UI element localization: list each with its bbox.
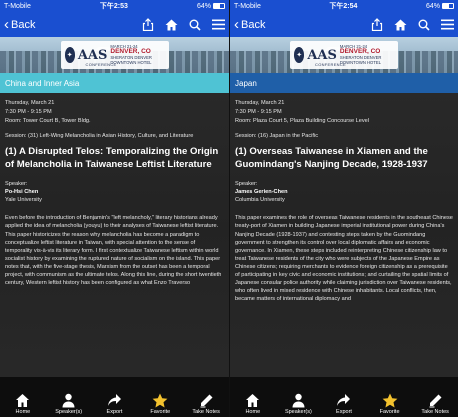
tab-export[interactable]: Export (324, 393, 364, 415)
back-button[interactable]: ‹ Back (4, 17, 35, 32)
tab-bar: Home Speaker(s) Export Favorite Take Not… (0, 377, 229, 417)
nav-bar: ‹ Back (230, 12, 458, 37)
aas-logo: ✦ AAS MARCH 21-24 DENVER, CO SHERATON DE… (290, 41, 398, 69)
aas-logo: ✦ AAS MARCH 21-24 DENVER, CO SHERATON DE… (60, 41, 169, 69)
category-bar: Japan (230, 73, 458, 93)
event-time: 7:30 PM - 9:15 PM (5, 109, 52, 116)
tab-home[interactable]: Home (233, 393, 273, 415)
event-detail: Thursday, March 21 7:30 PM - 9:15 PM Roo… (230, 93, 458, 304)
logo-emblem-icon: ✦ (294, 47, 305, 63)
event-room: Room: Plaza Court 5, Plaza Building Conc… (235, 118, 370, 125)
share-arrow-icon (107, 394, 121, 406)
pencil-icon (200, 394, 213, 408)
event-date: Thursday, March 21 (5, 100, 55, 106)
chevron-left-icon: ‹ (4, 16, 9, 33)
screen-japan: T-Mobile 下午2:54 64% ‹ Back ✦ AAS MARCH 2… (229, 0, 458, 417)
tab-take-notes[interactable]: Take Notes (186, 393, 226, 415)
event-date: Thursday, March 21 (235, 100, 285, 106)
chevron-left-icon: ‹ (234, 16, 239, 33)
person-icon (62, 393, 75, 408)
status-bar: T-Mobile 下午2:53 64% (0, 0, 229, 12)
search-icon[interactable] (189, 19, 201, 31)
star-icon (152, 393, 168, 408)
screen-china: T-Mobile 下午2:53 64% ‹ Back ✦ AAS MARCH 2… (0, 0, 229, 417)
category-label: Japan (235, 78, 257, 88)
battery-icon (442, 3, 454, 9)
event-time: 7:30 PM - 9:15 PM (235, 109, 282, 116)
tab-favorite[interactable]: Favorite (140, 393, 180, 415)
category-bar: China and Inner Asia (0, 73, 229, 93)
home-nav-icon[interactable] (394, 19, 407, 31)
carrier-label: T-Mobile (4, 2, 31, 10)
abstract-text: This paper examines the role of overseas… (235, 215, 453, 303)
conference-banner: ✦ AAS MARCH 21-24 DENVER, CO SHERATON DE… (0, 37, 229, 73)
clock: 下午2:54 (329, 3, 358, 10)
person-icon (292, 393, 305, 408)
search-icon[interactable] (418, 19, 430, 31)
tab-speakers[interactable]: Speaker(s) (49, 393, 89, 415)
tab-take-notes[interactable]: Take Notes (415, 393, 455, 415)
home-icon (246, 394, 260, 407)
share-icon[interactable] (371, 18, 383, 31)
event-room: Room: Tower Court B, Tower Bldg. (5, 118, 91, 125)
menu-icon[interactable] (441, 19, 454, 30)
share-icon[interactable] (142, 18, 154, 31)
battery-icon (213, 3, 225, 9)
speaker-name[interactable]: James Gerien-Chen (235, 188, 453, 196)
battery-percent: 64% (425, 2, 440, 10)
home-icon (16, 394, 30, 407)
nav-bar: ‹ Back (0, 12, 229, 37)
tab-speakers[interactable]: Speaker(s) (278, 393, 318, 415)
status-bar: T-Mobile 下午2:54 64% (230, 0, 458, 12)
star-icon (382, 393, 397, 408)
back-button[interactable]: ‹ Back (234, 17, 265, 32)
home-nav-icon[interactable] (165, 19, 178, 31)
category-label: China and Inner Asia (5, 78, 80, 88)
speaker-affiliation: Columbia University (235, 197, 285, 204)
speaker-heading: Speaker: (235, 180, 258, 187)
conference-banner: ✦ AAS MARCH 21-24 DENVER, CO SHERATON DE… (230, 37, 458, 73)
speaker-heading: Speaker: (5, 180, 28, 187)
session-name: Session: (31) Left-Wing Melancholia in A… (5, 133, 194, 140)
menu-icon[interactable] (212, 19, 225, 30)
paper-title: (1) A Disrupted Telos: Temporalizing the… (5, 146, 219, 170)
speaker-affiliation: Yale University (5, 197, 42, 204)
session-name: Session: (16) Japan in the Pacific (235, 133, 319, 140)
back-label: Back (241, 18, 266, 31)
clock: 下午2:53 (99, 3, 128, 10)
tab-export[interactable]: Export (94, 393, 134, 415)
abstract-text: Even before the introduction of Benjamin… (5, 215, 222, 287)
share-arrow-icon (337, 394, 351, 406)
tab-favorite[interactable]: Favorite (370, 393, 410, 415)
battery-percent: 64% (196, 2, 211, 10)
event-detail: Thursday, March 21 7:30 PM - 9:15 PM Roo… (0, 93, 229, 287)
back-label: Back (11, 18, 36, 31)
paper-title: (1) Overseas Taiwanese in Xiamen and the… (235, 146, 428, 170)
carrier-label: T-Mobile (234, 2, 261, 10)
tab-bar: Home Speaker(s) Export Favorite Take Not… (230, 377, 458, 417)
tab-home[interactable]: Home (3, 393, 43, 415)
speaker-name[interactable]: Po-Hsi Chen (5, 188, 224, 196)
pencil-icon (429, 394, 442, 408)
logo-emblem-icon: ✦ (64, 47, 75, 63)
